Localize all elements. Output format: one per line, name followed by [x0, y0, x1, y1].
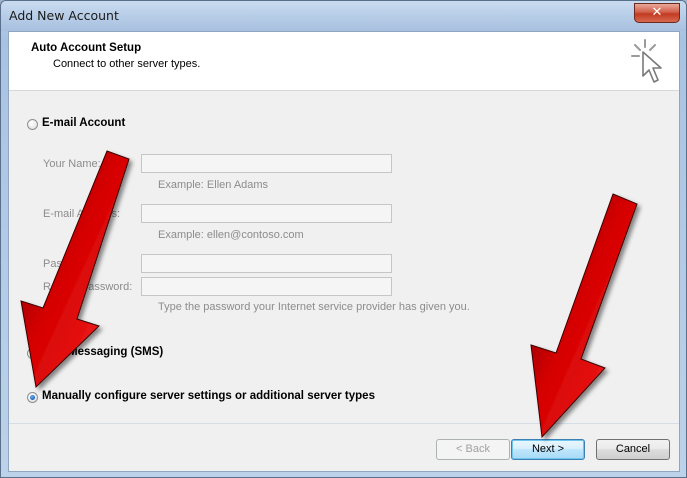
page-subtitle: Connect to other server types. [53, 58, 201, 70]
close-button[interactable]: ✕ [634, 3, 680, 23]
dialog-client-area: Auto Account Setup Connect to other serv… [8, 31, 680, 472]
back-button[interactable]: < Back [436, 439, 510, 460]
wizard-content: E-mail Account Your Name: Example: Ellen… [9, 91, 679, 423]
wizard-footer: < Back Next > Cancel [9, 424, 679, 471]
sms-label[interactable]: Text Messaging (SMS) [42, 346, 163, 358]
password-input[interactable] [141, 254, 392, 273]
email-account-radio[interactable] [27, 119, 38, 130]
page-title: Auto Account Setup [31, 42, 142, 54]
your-name-label: Your Name: [43, 158, 101, 170]
sms-radio[interactable] [27, 348, 38, 359]
window-title: Add New Account [9, 8, 119, 23]
click-cursor-icon [631, 39, 662, 83]
title-bar[interactable]: Add New Account ✕ [1, 1, 686, 31]
cancel-button[interactable]: Cancel [596, 439, 670, 460]
retype-password-label: Retype Password: [43, 281, 133, 293]
manual-configure-label[interactable]: Manually configure server settings or ad… [42, 390, 375, 402]
next-button[interactable]: Next > [511, 439, 585, 460]
close-icon: ✕ [651, 5, 663, 20]
email-account-label[interactable]: E-mail Account [42, 117, 125, 129]
email-address-hint: Example: ellen@contoso.com [158, 229, 304, 241]
your-name-input[interactable] [141, 154, 392, 173]
password-label: Password: [43, 258, 95, 270]
password-hint: Type the password your Internet service … [158, 301, 470, 313]
email-address-input[interactable] [141, 204, 392, 223]
add-new-account-window: Add New Account ✕ Auto Account Setup Con… [0, 0, 687, 478]
manual-configure-radio[interactable] [27, 392, 38, 403]
retype-password-input[interactable] [141, 277, 392, 296]
your-name-hint: Example: Ellen Adams [158, 179, 269, 191]
email-address-label: E-mail Address: [43, 208, 121, 220]
wizard-header: Auto Account Setup Connect to other serv… [9, 32, 679, 91]
